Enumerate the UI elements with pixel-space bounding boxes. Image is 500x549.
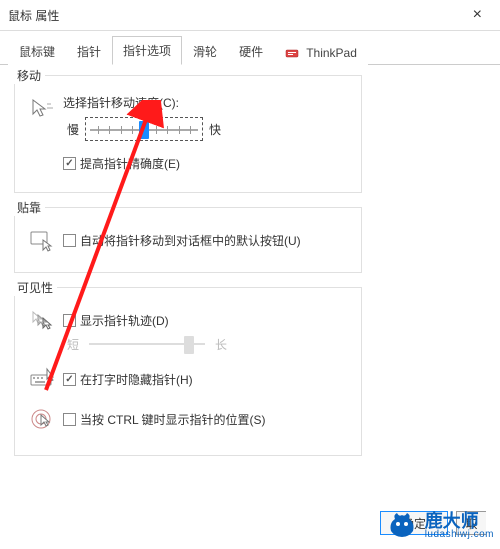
window-title: 鼠标 属性 xyxy=(8,7,59,24)
tab-label: 硬件 xyxy=(239,45,263,59)
snap-icon xyxy=(23,226,63,252)
tab-label: ThinkPad xyxy=(306,46,357,60)
ctrl-label: 当按 CTRL 键时显示指针的位置(S) xyxy=(80,411,266,428)
tab-label: 指针 xyxy=(77,45,101,59)
ctrl-checkbox[interactable] xyxy=(63,413,76,426)
tab-label: 鼠标键 xyxy=(19,45,55,59)
group-title-visibility: 可见性 xyxy=(13,279,57,296)
tab-hardware[interactable]: 硬件 xyxy=(228,37,274,65)
precision-checkbox[interactable] xyxy=(63,157,76,170)
trails-short-label: 短 xyxy=(67,336,79,353)
tab-pointer-options[interactable]: 指针选项 xyxy=(112,36,182,65)
speed-label: 选择指针移动速度(C): xyxy=(63,94,353,111)
group-snap: 贴靠 自动将指针移动到对话框中的默认按钮(U) xyxy=(14,207,362,273)
close-icon[interactable]: × xyxy=(465,4,490,26)
group-visibility: 可见性 显示指针轨迹(D) 短 长 xyxy=(14,287,362,456)
tab-label: 指针选项 xyxy=(123,44,171,58)
hide-typing-icon xyxy=(23,365,63,391)
snap-checkbox[interactable] xyxy=(63,234,76,247)
watermark-sub: ludashiwj.com xyxy=(425,529,494,540)
hide-typing-checkbox[interactable] xyxy=(63,373,76,386)
thinkpad-icon xyxy=(285,48,299,60)
trails-long-label: 长 xyxy=(215,336,227,353)
tab-bar: 鼠标键 指针 指针选项 滑轮 硬件 ThinkPad xyxy=(0,31,500,65)
trails-label: 显示指针轨迹(D) xyxy=(80,312,169,329)
tab-wheel[interactable]: 滑轮 xyxy=(182,37,228,65)
trails-slider xyxy=(87,333,207,355)
group-title-snap: 贴靠 xyxy=(13,199,45,216)
speed-slow-label: 慢 xyxy=(67,121,79,138)
ctrl-locate-icon xyxy=(23,405,63,431)
tab-buttons[interactable]: 鼠标键 xyxy=(8,37,66,65)
speed-slider[interactable] xyxy=(85,117,203,141)
tab-thinkpad[interactable]: ThinkPad xyxy=(274,40,368,65)
hide-typing-label: 在打字时隐藏指针(H) xyxy=(80,371,193,388)
speed-thumb[interactable] xyxy=(139,121,149,139)
precision-label: 提高指针精确度(E) xyxy=(80,155,180,172)
trails-icon xyxy=(23,306,63,332)
speed-fast-label: 快 xyxy=(209,121,221,138)
trails-checkbox[interactable] xyxy=(63,314,76,327)
watermark: 鹿大师 ludashiwj.com xyxy=(385,509,494,543)
group-motion: 移动 选择指针移动速度(C): 慢 xyxy=(14,75,362,193)
watermark-icon xyxy=(385,509,419,543)
trails-thumb xyxy=(184,336,194,354)
snap-label: 自动将指针移动到对话框中的默认按钮(U) xyxy=(80,232,301,249)
group-title-motion: 移动 xyxy=(13,67,45,84)
pointer-speed-icon xyxy=(23,94,63,120)
tab-label: 滑轮 xyxy=(193,45,217,59)
tab-pointers[interactable]: 指针 xyxy=(66,37,112,65)
